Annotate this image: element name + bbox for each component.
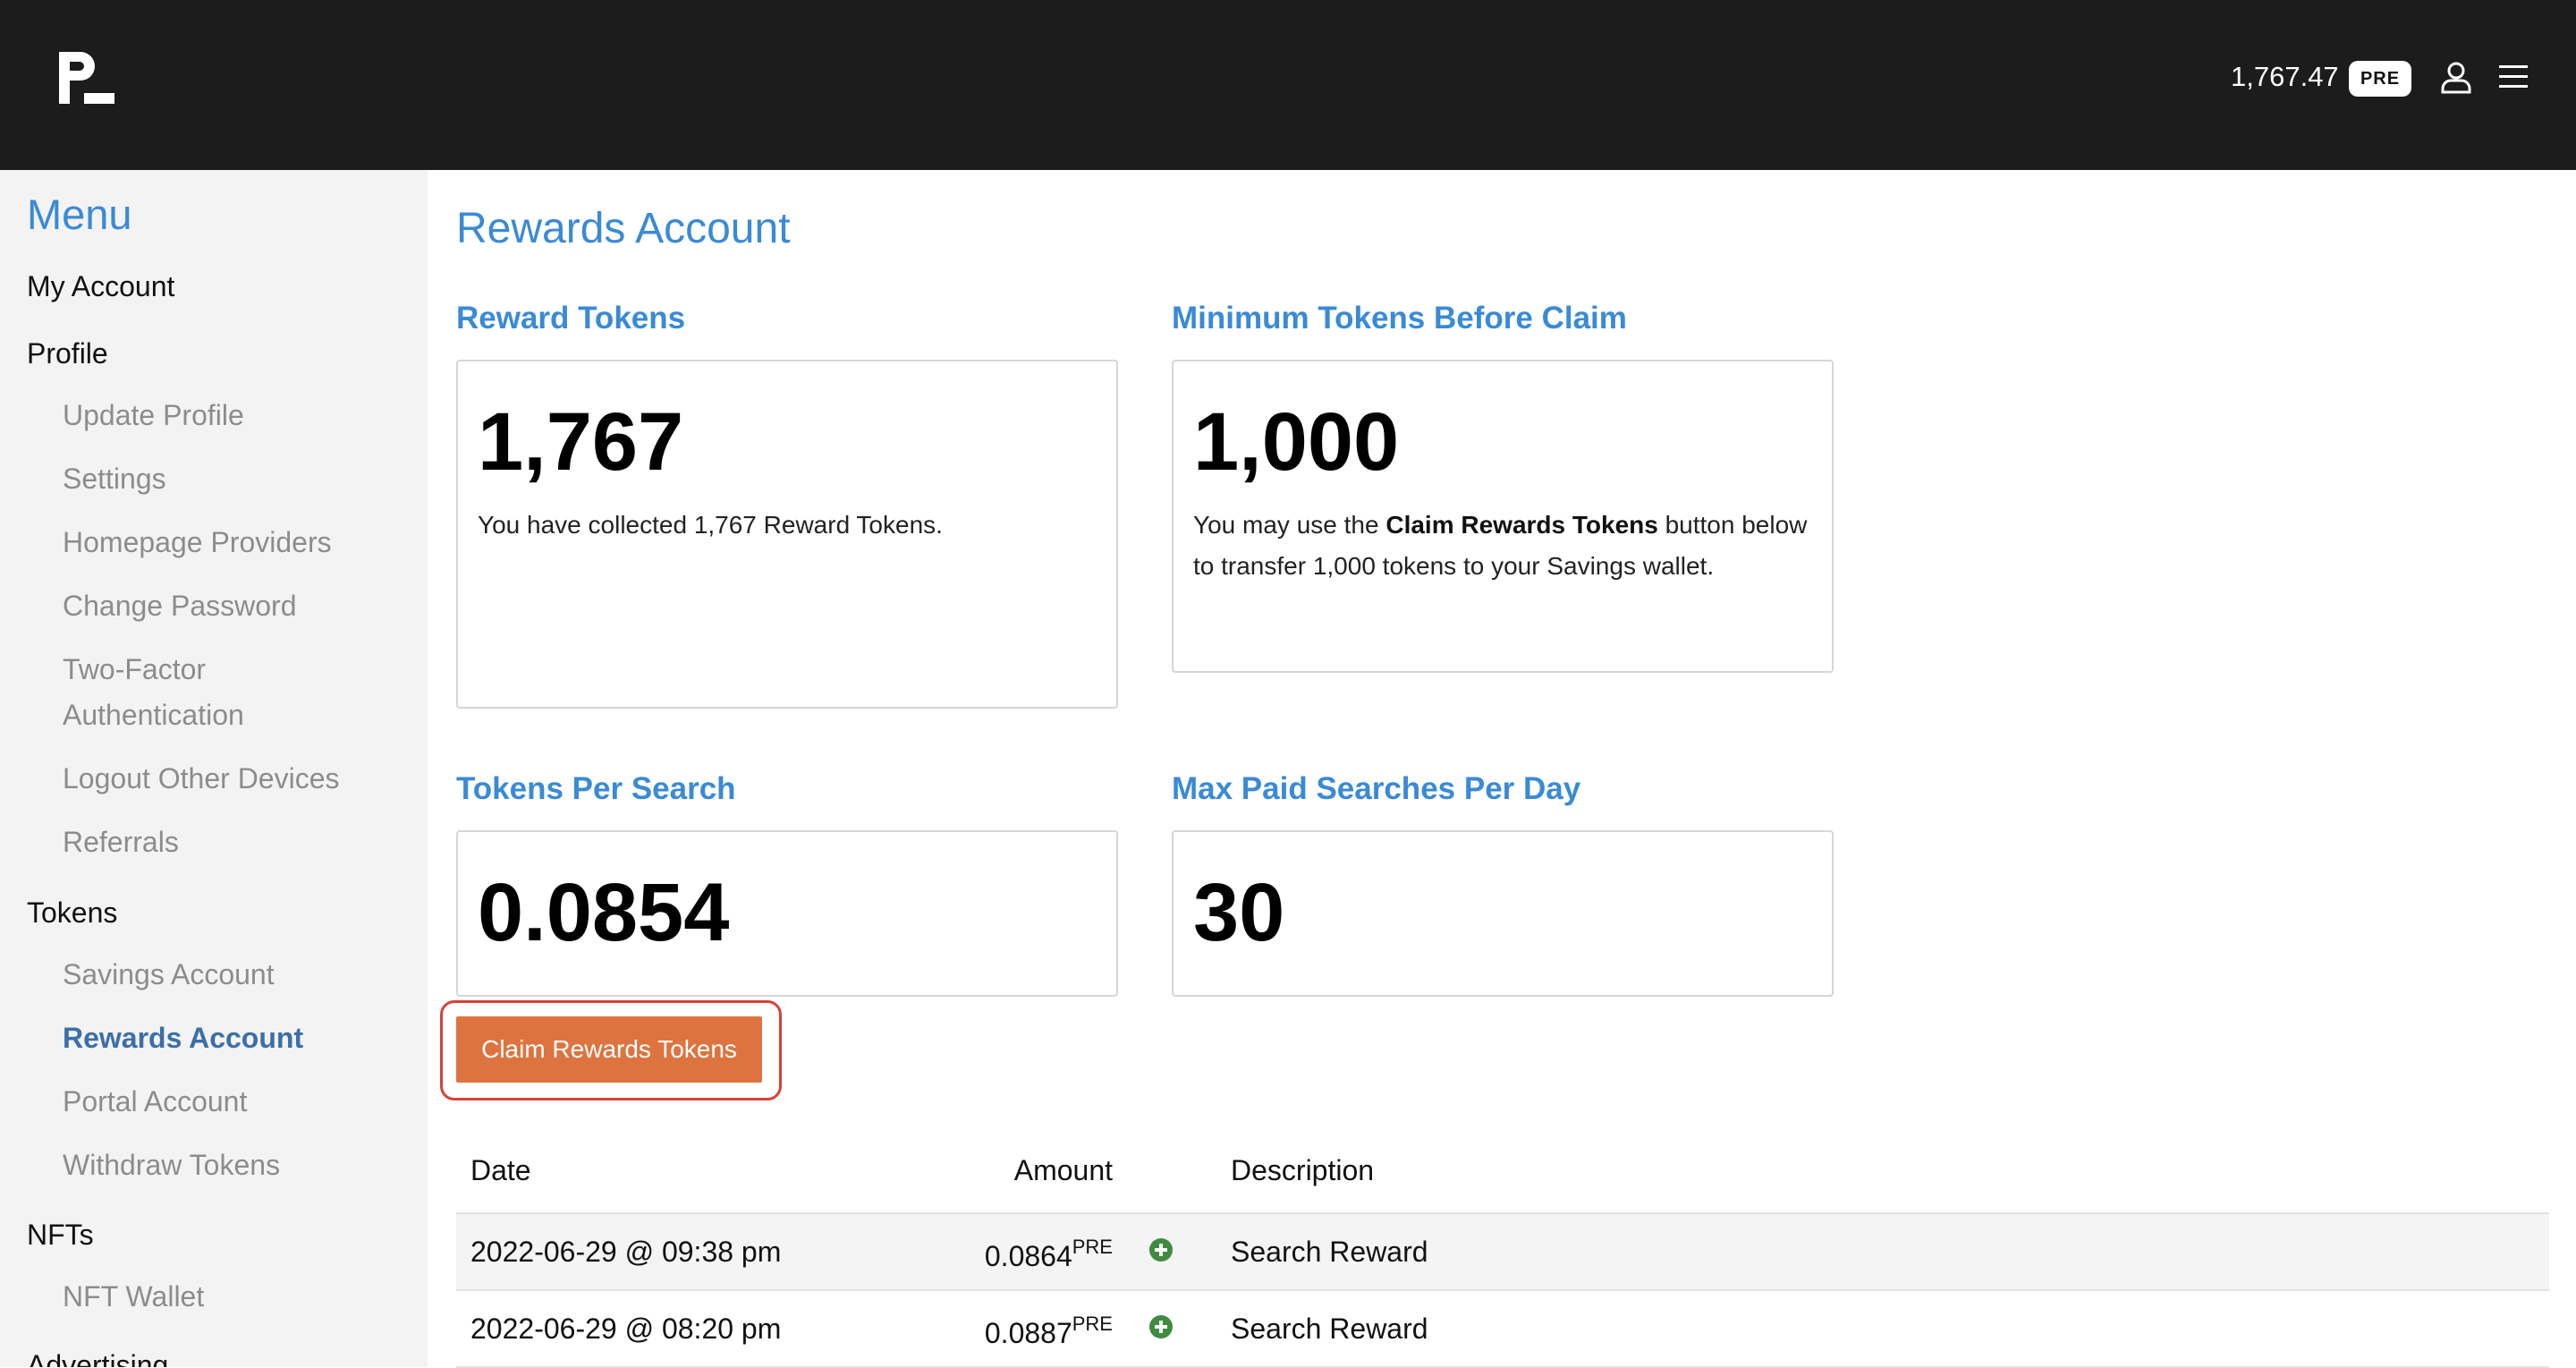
min-tokens-card: 1,000 You may use the Claim Rewards Toke… [1172,360,1834,673]
sidebar-item-update-profile[interactable]: Update Profile [63,393,244,438]
max-searches-value: 30 [1193,867,1285,958]
column-header-amount[interactable]: Amount [428,1154,1113,1187]
sidebar-item-referrals[interactable]: Referrals [63,820,179,865]
claim-button-ref: Claim Rewards Tokens [1385,511,1658,539]
max-searches-label: Max Paid Searches Per Day [1172,771,1581,806]
tokens-per-search-value: 0.0854 [478,867,730,958]
row-description: Search Reward [1231,1236,1428,1268]
brand-logo-icon[interactable] [57,50,114,106]
sidebar: Menu My Account Profile Update Profile S… [0,170,428,1367]
sidebar-item-logout-devices[interactable]: Logout Other Devices [63,756,340,802]
sidebar-item-nft-wallet[interactable]: NFT Wallet [63,1274,204,1320]
currency-badge: PRE [2349,61,2411,97]
amount-unit: PRE [1072,1313,1113,1335]
sidebar-item-rewards-account[interactable]: Rewards Account [63,1015,303,1061]
user-icon[interactable] [2438,59,2474,95]
plus-circle-icon [1149,1238,1173,1262]
sidebar-item-change-password[interactable]: Change Password [63,583,296,629]
reward-tokens-desc: You have collected 1,767 Reward Tokens. [478,511,943,539]
min-tokens-label: Minimum Tokens Before Claim [1172,301,1627,336]
min-tokens-desc: You may use the Claim Rewards Tokens but… [1193,511,1808,580]
menu-title: Menu [27,191,132,238]
max-searches-card: 30 [1172,830,1834,997]
claim-rewards-button[interactable]: Claim Rewards Tokens [456,1016,762,1083]
sidebar-item-homepage-providers[interactable]: Homepage Providers [63,520,332,565]
sidebar-section-nfts[interactable]: NFTs [27,1219,94,1252]
column-header-description[interactable]: Description [1231,1154,1374,1187]
top-bar: 1,767.47 PRE [0,0,2576,170]
sidebar-item-my-account[interactable]: My Account [27,270,174,303]
sidebar-item-savings-account[interactable]: Savings Account [63,952,275,998]
row-description: Search Reward [1231,1313,1428,1345]
min-tokens-value: 1,000 [1193,396,1400,488]
tokens-per-search-label: Tokens Per Search [456,771,736,806]
row-amount: 0.0887PRE [984,1313,1113,1349]
token-balance: 1,767.47 [2231,61,2339,92]
reward-tokens-value: 1,767 [478,396,684,488]
reward-tokens-card: 1,767 You have collected 1,767 Reward To… [456,360,1118,709]
sidebar-section-tokens[interactable]: Tokens [27,896,117,930]
sidebar-item-settings[interactable]: Settings [63,456,166,502]
sidebar-item-two-factor[interactable]: Two-Factor Authentication [63,647,277,738]
sidebar-section-profile[interactable]: Profile [27,337,108,370]
amount-unit: PRE [1072,1236,1113,1258]
plus-circle-icon [1149,1315,1173,1338]
sidebar-item-withdraw-tokens[interactable]: Withdraw Tokens [63,1143,280,1188]
page-title: Rewards Account [456,205,791,252]
row-amount: 0.0864PRE [984,1236,1113,1272]
tokens-per-search-card: 0.0854 [456,830,1118,997]
reward-tokens-label: Reward Tokens [456,301,686,336]
sidebar-item-portal-account[interactable]: Portal Account [63,1079,247,1125]
hamburger-menu-icon[interactable] [2497,63,2529,91]
table-row: 2022-06-29 @ 09:38 pm 0.0864PRE Search R… [456,1214,2549,1289]
sidebar-section-advertising[interactable]: Advertising [27,1349,168,1367]
table-row: 2022-06-29 @ 08:20 pm 0.0887PRE Search R… [456,1291,2549,1366]
main-content: Rewards Account Reward Tokens 1,767 You … [428,170,2576,1368]
